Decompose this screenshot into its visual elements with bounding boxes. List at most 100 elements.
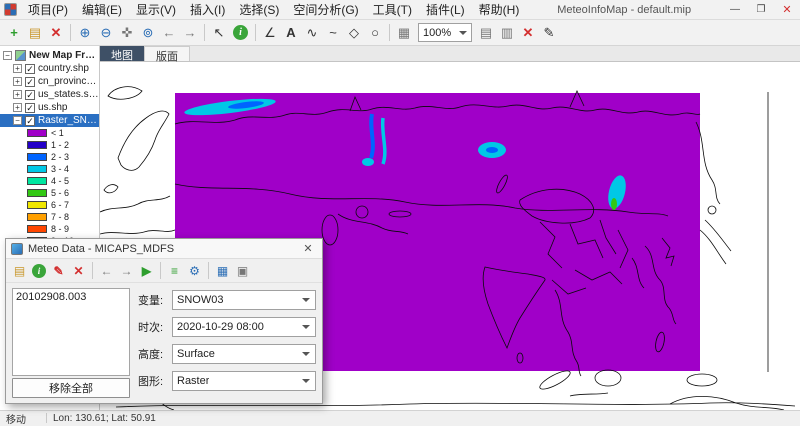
- level-value: Surface: [177, 348, 215, 360]
- polyline-draw-icon[interactable]: ∿: [302, 23, 322, 43]
- previous-time-icon[interactable]: ←: [97, 261, 116, 280]
- remove-all-button[interactable]: 移除全部: [12, 378, 130, 398]
- plot-type-select[interactable]: Raster: [172, 371, 316, 391]
- expand-icon[interactable]: +: [13, 77, 22, 86]
- data-list-icon[interactable]: ≡: [165, 261, 184, 280]
- legend-item[interactable]: 8 - 9: [0, 223, 99, 235]
- dialog-titlebar[interactable]: Meteo Data - MICAPS_MDFS ✕: [6, 239, 322, 259]
- pan-icon[interactable]: ✜: [117, 23, 137, 43]
- time-select[interactable]: 2020-10-29 08:00: [172, 317, 316, 337]
- chevron-down-icon[interactable]: [299, 373, 313, 389]
- menu-view[interactable]: 显示(V): [129, 0, 183, 19]
- legend-label: < 1: [51, 128, 64, 138]
- menu-insert[interactable]: 插入(I): [183, 0, 232, 19]
- legend-swatch: [27, 189, 47, 197]
- menu-help[interactable]: 帮助(H): [472, 0, 527, 19]
- curve-draw-icon[interactable]: ~: [323, 23, 343, 43]
- dialog-close-icon[interactable]: ✕: [299, 242, 317, 255]
- next-extent-icon[interactable]: →: [180, 23, 200, 43]
- identify-icon[interactable]: i: [233, 25, 248, 40]
- zoom-level-combo[interactable]: 100%: [418, 23, 472, 42]
- variable-value: SNOW03: [177, 294, 223, 306]
- ellipse-draw-icon[interactable]: ○: [365, 23, 385, 43]
- legend-item[interactable]: 7 - 8: [0, 211, 99, 223]
- open-data-icon[interactable]: ▤: [10, 261, 29, 280]
- menu-project[interactable]: 项目(P): [21, 0, 75, 19]
- next-time-icon[interactable]: →: [117, 261, 136, 280]
- zoom-in-icon[interactable]: ⊕: [75, 23, 95, 43]
- legend-item[interactable]: 1 - 2: [0, 139, 99, 151]
- layer-checkbox[interactable]: ✓: [25, 103, 35, 113]
- menu-tools[interactable]: 工具(T): [366, 0, 419, 19]
- expand-icon[interactable]: +: [13, 64, 22, 73]
- close-button[interactable]: ✕: [774, 0, 800, 19]
- polygon-draw-icon[interactable]: ◇: [344, 23, 364, 43]
- variable-label: 变量:: [138, 292, 168, 308]
- legend-item[interactable]: 4 - 5: [0, 175, 99, 187]
- edit-icon[interactable]: ✎: [539, 23, 559, 43]
- layer-item-cn-province[interactable]: + ✓ cn_province.shp: [0, 75, 99, 88]
- tab-map[interactable]: 地图: [100, 46, 144, 61]
- list-item[interactable]: 20102908.003: [13, 290, 129, 304]
- collapse-icon[interactable]: −: [13, 116, 22, 125]
- menu-plugins[interactable]: 插件(L): [419, 0, 472, 19]
- data-info-icon[interactable]: i: [32, 264, 46, 278]
- settings-icon[interactable]: ⚙: [185, 261, 204, 280]
- menu-selection[interactable]: 选择(S): [232, 0, 286, 19]
- new-project-icon[interactable]: +: [4, 23, 24, 43]
- level-select[interactable]: Surface: [172, 344, 316, 364]
- legend-swatch: [27, 153, 47, 161]
- chart-icon[interactable]: ▥: [497, 23, 517, 43]
- map-frame-node[interactable]: − New Map Frame: [0, 48, 99, 62]
- tab-layout[interactable]: 版面: [144, 46, 190, 61]
- layer-label: cn_province.shp: [38, 76, 99, 87]
- label-text-icon[interactable]: A: [281, 23, 301, 43]
- open-project-icon[interactable]: ▤: [25, 23, 45, 43]
- select-cursor-icon[interactable]: ↖: [209, 23, 229, 43]
- layer-item-raster-snow03[interactable]: − ✓ Raster_SNOW03_Surfa: [0, 114, 99, 127]
- expand-icon[interactable]: +: [13, 90, 22, 99]
- chevron-down-icon[interactable]: [299, 292, 313, 308]
- chevron-down-icon[interactable]: [299, 346, 313, 362]
- expand-icon[interactable]: +: [13, 103, 22, 112]
- data-file-list[interactable]: 20102908.003: [12, 288, 130, 376]
- layout-icon[interactable]: ▦: [394, 23, 414, 43]
- measure-icon[interactable]: ∠: [260, 23, 280, 43]
- layer-item-country[interactable]: + ✓ country.shp: [0, 62, 99, 75]
- full-extent-icon[interactable]: ⊚: [138, 23, 158, 43]
- maximize-button[interactable]: ❐: [748, 0, 774, 19]
- legend-swatch: [27, 141, 47, 149]
- layer-checkbox[interactable]: ✓: [25, 90, 35, 100]
- remove-data-icon[interactable]: ✕: [69, 261, 88, 280]
- layer-item-us[interactable]: + ✓ us.shp: [0, 101, 99, 114]
- zoom-out-icon[interactable]: ⊖: [96, 23, 116, 43]
- main-toolbar: + ▤ ✕ ⊕ ⊖ ✜ ⊚ ← → ↖ i ∠ A ∿ ~ ◇ ○ ▦ 100%…: [0, 20, 800, 46]
- legend-item[interactable]: < 1: [0, 127, 99, 139]
- layer-item-us-states[interactable]: + ✓ us_states.shp: [0, 88, 99, 101]
- image-icon[interactable]: ▣: [233, 261, 252, 280]
- legend-item[interactable]: 5 - 6: [0, 187, 99, 199]
- variable-select[interactable]: SNOW03: [172, 290, 316, 310]
- dialog-chart-icon[interactable]: ▦: [213, 261, 232, 280]
- layer-label: us.shp: [38, 102, 67, 113]
- menu-edit[interactable]: 编辑(E): [75, 0, 129, 19]
- dialog-body: 20102908.003 移除全部 变量: SNOW03 时次: 2020-10…: [6, 283, 322, 403]
- legend-item[interactable]: 6 - 7: [0, 199, 99, 211]
- layer-checkbox[interactable]: ✓: [25, 64, 35, 74]
- dialog-title: Meteo Data - MICAPS_MDFS: [28, 243, 294, 255]
- previous-extent-icon[interactable]: ←: [159, 23, 179, 43]
- collapse-icon[interactable]: −: [3, 51, 12, 60]
- layer-checkbox[interactable]: ✓: [25, 77, 35, 87]
- legend-item[interactable]: 3 - 4: [0, 163, 99, 175]
- layer-checkbox[interactable]: ✓: [25, 116, 35, 126]
- grid-icon[interactable]: ▤: [476, 23, 496, 43]
- close-project-icon[interactable]: ✕: [46, 23, 66, 43]
- remove-graphics-icon[interactable]: ✕: [518, 23, 538, 43]
- menu-geoprocessing[interactable]: 空间分析(G): [286, 0, 365, 19]
- animate-icon[interactable]: ▶: [137, 261, 156, 280]
- chevron-down-icon[interactable]: [299, 319, 313, 335]
- draw-data-icon[interactable]: ✎: [49, 261, 68, 280]
- legend-item[interactable]: 2 - 3: [0, 151, 99, 163]
- toolbar-separator: [70, 24, 71, 41]
- minimize-button[interactable]: —: [722, 0, 748, 19]
